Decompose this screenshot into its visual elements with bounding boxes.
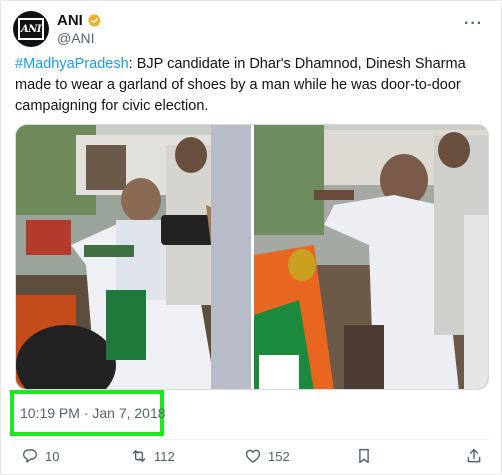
avatar[interactable]: ANI (13, 11, 49, 47)
repost-icon (132, 450, 146, 462)
tweet-timestamp[interactable]: 10:19 PM · Jan 7, 2018 (20, 405, 166, 421)
tweet-card: ANI ANI @ANI ··· #MadhyaPradesh: BJP can… (0, 0, 502, 475)
photo-right[interactable] (254, 125, 488, 389)
like-count: 152 (268, 448, 290, 464)
reply-count: 10 (45, 448, 60, 464)
tweet-text: #MadhyaPradesh: BJP candidate in Dhar's … (15, 54, 491, 117)
bookmark-button[interactable] (355, 441, 373, 471)
hashtag-link[interactable]: #MadhyaPradesh (15, 56, 129, 72)
more-options-icon[interactable]: ··· (464, 15, 483, 33)
photo-left-image (16, 125, 251, 389)
photo-right-image (254, 125, 488, 389)
repost-count: 112 (154, 448, 175, 464)
display-name[interactable]: ANI (57, 12, 83, 29)
avatar-logo-text: ANI (20, 23, 42, 35)
account-handle[interactable]: @ANI (57, 30, 95, 46)
like-icon (245, 449, 261, 463)
avatar-logo: ANI (18, 18, 44, 40)
repost-button[interactable]: 112 (130, 441, 175, 471)
reply-button[interactable]: 10 (21, 441, 59, 471)
action-bar: 10 112 152 (1, 441, 502, 471)
share-icon (467, 448, 481, 463)
verified-badge-icon (87, 13, 101, 27)
photo-left[interactable] (16, 125, 251, 389)
bookmark-icon (359, 448, 369, 464)
reply-icon (22, 449, 38, 463)
like-button[interactable]: 152 (244, 441, 290, 471)
share-button[interactable] (465, 441, 483, 471)
tweet-header: ANI ANI @ANI ··· (13, 11, 489, 47)
actions-separator (15, 439, 489, 440)
media-grid (15, 124, 489, 390)
timestamp-highlight: 10:19 PM · Jan 7, 2018 (10, 390, 166, 436)
name-row: ANI (57, 12, 102, 29)
